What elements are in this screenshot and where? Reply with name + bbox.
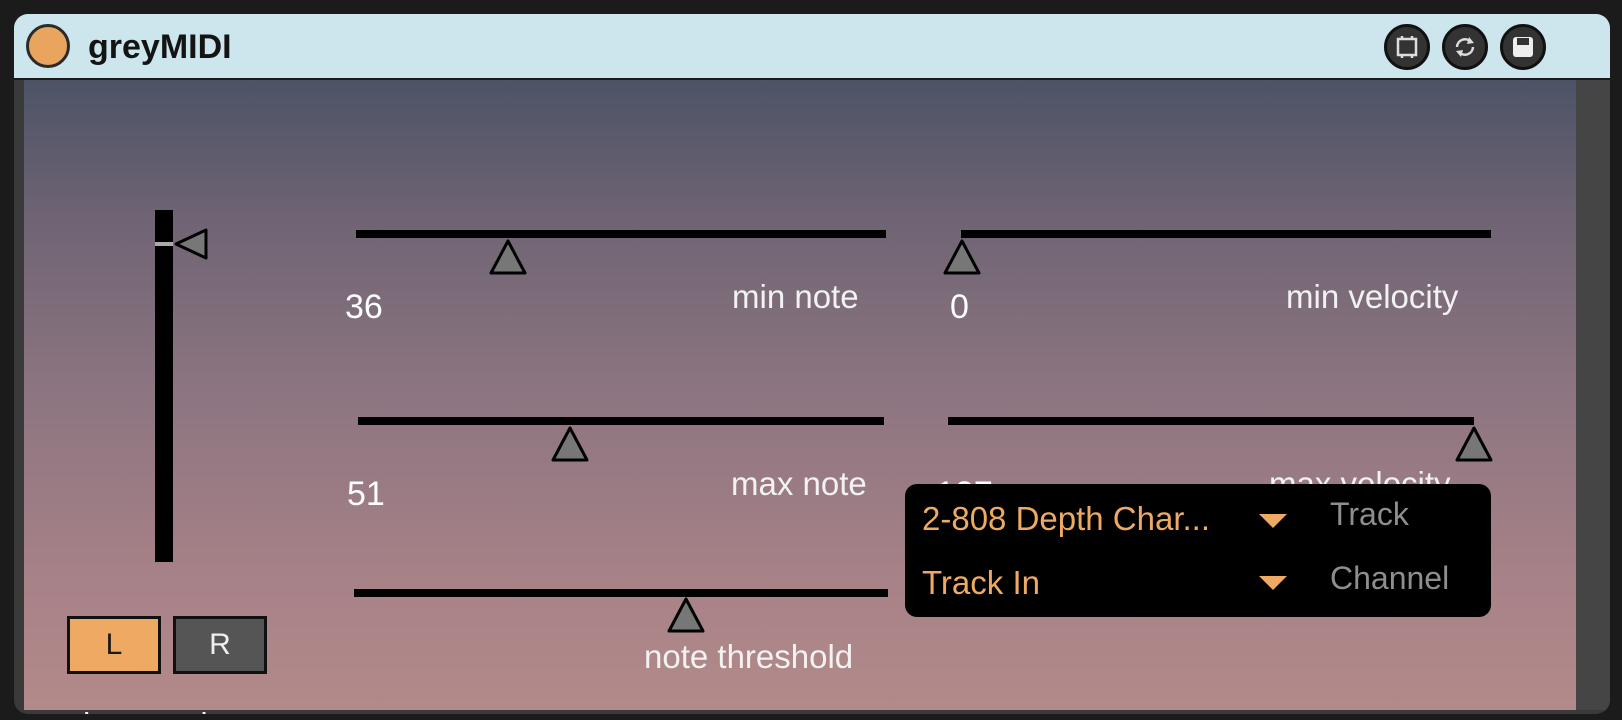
max-note-label: max note — [731, 465, 867, 502]
midi-routing-panel: 2-808 Depth Char... Track Track In Chann… — [905, 484, 1491, 617]
device-right-edge — [1576, 80, 1610, 710]
input-gain-level-marker — [155, 242, 173, 246]
note-threshold-slider-track[interactable] — [354, 589, 888, 597]
min-velocity-value: 0 — [950, 288, 969, 326]
device-power-button[interactable] — [26, 24, 70, 68]
min-velocity-slider-thumb-icon[interactable] — [942, 238, 982, 276]
hot-swap-icon — [1455, 37, 1475, 57]
max-note-slider-thumb-icon[interactable] — [550, 425, 590, 463]
gain-right-button[interactable]: R — [173, 616, 267, 674]
input-gain-slider-arrow-icon[interactable] — [173, 226, 209, 262]
midi-map-button[interactable] — [1384, 24, 1430, 70]
min-velocity-label: min velocity — [1286, 278, 1459, 315]
min-note-label: min note — [732, 278, 859, 315]
min-note-value: 36 — [345, 288, 383, 326]
track-select-value[interactable]: 2-808 Depth Char... — [922, 500, 1210, 538]
channel-select-value[interactable]: Track In — [922, 564, 1040, 602]
note-threshold-slider-thumb-icon[interactable] — [666, 596, 706, 634]
max-note-value: 51 — [347, 475, 385, 513]
title-bar: greyMIDI — [14, 14, 1610, 80]
note-threshold-label: note threshold — [644, 638, 854, 675]
min-velocity-slider-track[interactable] — [961, 230, 1491, 238]
device-title: greyMIDI — [88, 28, 232, 66]
channel-dropdown-chevron-icon[interactable] — [1259, 576, 1287, 590]
input-gain-label: input gain — [83, 706, 226, 714]
max-velocity-slider-track[interactable] — [948, 417, 1474, 425]
gain-left-button[interactable]: L — [67, 616, 161, 674]
max-velocity-slider-thumb-icon[interactable] — [1454, 425, 1494, 463]
min-note-slider-track[interactable] — [356, 230, 886, 238]
hot-swap-button[interactable] — [1442, 24, 1488, 70]
track-dropdown-chevron-icon[interactable] — [1259, 514, 1287, 528]
min-note-slider-thumb-icon[interactable] — [488, 238, 528, 276]
max-note-slider-track[interactable] — [358, 417, 884, 425]
device-window: greyMIDI L R 36 min note 0 min velocity … — [14, 14, 1610, 714]
channel-label: Channel — [1330, 560, 1450, 596]
track-label: Track — [1330, 496, 1409, 532]
save-preset-button[interactable] — [1500, 24, 1546, 70]
input-gain-meter[interactable] — [155, 210, 173, 562]
save-icon — [1513, 37, 1533, 57]
midi-map-icon — [1396, 36, 1418, 58]
